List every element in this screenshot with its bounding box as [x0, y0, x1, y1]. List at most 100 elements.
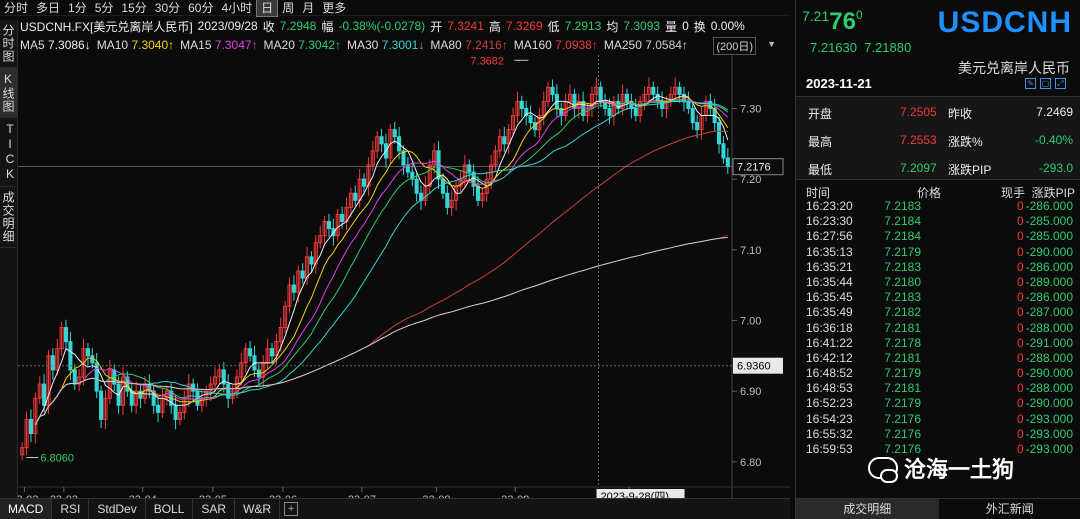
- tick-row: 16:35:13 7.2179 0 -290.000: [796, 245, 1080, 260]
- timeframe-7[interactable]: 4小时: [217, 0, 256, 16]
- avg-label: 均: [606, 19, 619, 34]
- candle-body: [467, 164, 472, 173]
- indicator-tab-sar[interactable]: SAR: [193, 499, 236, 519]
- turnover-label: 换: [693, 19, 706, 34]
- tab-fx-news[interactable]: 外汇新闻: [939, 499, 1080, 519]
- side-tab-2[interactable]: TICK: [0, 118, 17, 187]
- indicator-tab-wr[interactable]: W&R: [235, 499, 281, 519]
- ma-period-select[interactable]: (200日): [713, 37, 756, 55]
- ma-item-ma250: MA250 7.0584↑: [604, 38, 688, 52]
- timeframe-6[interactable]: 60分: [184, 0, 217, 16]
- avg-value: 7.3093: [623, 19, 661, 33]
- candle-body: [191, 383, 196, 392]
- pip-value: -293.0: [1038, 161, 1073, 175]
- tick-row: 16:35:49 7.2182 0 -287.000: [796, 305, 1080, 320]
- side-tab-0[interactable]: 分时图: [0, 20, 17, 68]
- y-tick-label: 7.10: [740, 245, 761, 257]
- low-label: 最低: [808, 163, 833, 177]
- timeframe-2[interactable]: 1分: [64, 0, 91, 16]
- timeframe-10[interactable]: 月: [298, 0, 318, 16]
- indicator-tab-macd[interactable]: MACD: [0, 499, 53, 519]
- tick-row: 16:27:56 7.2184 0 -285.000: [796, 229, 1080, 244]
- tick-row: 16:41:22 7.2178 0 -291.000: [796, 336, 1080, 351]
- price-pips: 76: [829, 8, 856, 35]
- candle-body: [686, 100, 691, 109]
- tick-time: 16:59:53: [806, 442, 853, 456]
- candle-body: [502, 136, 507, 145]
- edit-icon[interactable]: ✎: [1025, 78, 1036, 89]
- tick-pip: -293.000: [1025, 426, 1073, 441]
- indicator-tab-boll[interactable]: BOLL: [146, 499, 194, 519]
- candle-body: [72, 369, 77, 385]
- low-label: 低: [547, 19, 560, 34]
- tick-price: 7.2176: [884, 411, 921, 426]
- timeframe-11[interactable]: 更多: [318, 0, 350, 16]
- tick-vol: 0: [1017, 199, 1024, 213]
- ma-value: 7.3042↑: [298, 38, 341, 52]
- tick-time: 16:35:49: [806, 305, 853, 320]
- candle-body: [173, 404, 178, 420]
- tick-row: 16:48:52 7.2179 0 -290.000: [796, 366, 1080, 381]
- tick-vol: 0: [1017, 411, 1024, 426]
- y-tick-label: 7.20: [740, 174, 761, 186]
- timeframe-3[interactable]: 5分: [91, 0, 118, 16]
- tick-vol: 0: [1017, 244, 1024, 259]
- side-tab-1[interactable]: K线图: [0, 68, 17, 118]
- ma-label: MA10: [96, 38, 129, 52]
- y-tick-label: 7.00: [740, 315, 761, 327]
- tick-row: 16:35:44 7.2180 0 -289.000: [796, 275, 1080, 290]
- high-label: 最高: [808, 135, 833, 149]
- vol-label: 量: [665, 19, 678, 34]
- expand-icon[interactable]: ⤢: [1055, 78, 1066, 89]
- candle-body: [528, 115, 533, 124]
- last-price: 7.21760: [802, 8, 863, 36]
- tick-price: 7.2181: [884, 381, 921, 396]
- tick-time: 16:27:56: [806, 229, 853, 244]
- candle-body: [291, 284, 296, 293]
- add-indicator-icon[interactable]: +: [284, 502, 299, 516]
- timeframe-0[interactable]: 分时: [0, 0, 32, 16]
- side-tab-3[interactable]: 成交明细: [0, 187, 17, 248]
- ma-item-ma30: MA30 7.3001↓: [347, 38, 424, 52]
- tick-vol: 0: [1017, 274, 1024, 289]
- high-value: 7.2553: [900, 133, 937, 147]
- quote-panel: 7.21760 USDCNH 7.21630 7.21880 美元兑离岸人民币 …: [795, 0, 1080, 519]
- watermark: 沧海一土狗: [868, 452, 1014, 484]
- tick-price: 7.2183: [884, 259, 921, 274]
- ma-item-ma160: MA160 7.0938↑: [514, 38, 598, 52]
- chevron-down-icon[interactable]: ▼: [767, 39, 776, 49]
- tab-trade-detail[interactable]: 成交明细: [796, 499, 939, 519]
- timeframe-5[interactable]: 30分: [151, 0, 184, 16]
- ma-value: 7.3047↑: [214, 38, 258, 52]
- indicator-tab-rsi[interactable]: RSI: [52, 499, 90, 519]
- timeframe-1[interactable]: 多日: [32, 0, 64, 16]
- timeframe-8[interactable]: 日: [256, 0, 279, 17]
- tick-pip: -285.000: [1025, 214, 1073, 229]
- ma-value: 7.0584↑: [645, 38, 688, 52]
- tick-vol: 0: [1017, 229, 1024, 244]
- tick-time: 16:52:23: [806, 396, 853, 411]
- tick-vol: 0: [1017, 366, 1024, 381]
- ma-label: MA250: [603, 38, 642, 52]
- tick-vol: 0: [1017, 214, 1024, 229]
- timeframe-4[interactable]: 15分: [117, 0, 150, 16]
- ma-label: MA15: [180, 38, 212, 52]
- window-icon[interactable]: ▢: [1040, 78, 1051, 89]
- quote-summary: 开盘 7.2505 昨收 7.2469 最高 7.2553 涨跌% -0.40%…: [796, 96, 1080, 180]
- trading-app: 分时多日1分5分15分30分60分4小时日周月更多 F9复权超级叠加画线工具 分…: [0, 0, 1080, 519]
- candle-body: [607, 107, 612, 117]
- prev-close-value: 7.2469: [1036, 105, 1073, 119]
- candle-body: [651, 86, 656, 95]
- tick-row: 16:52:23 7.2179 0 -290.000: [796, 396, 1080, 411]
- tick-time: 16:42:12: [806, 350, 853, 365]
- candle-body: [677, 86, 682, 95]
- watermark-text: 沧海一土狗: [904, 457, 1015, 482]
- timeframe-9[interactable]: 周: [278, 0, 298, 16]
- low-value: 7.2097: [900, 161, 937, 175]
- indicator-tab-stddev[interactable]: StdDev: [89, 499, 146, 519]
- tick-pip: -288.000: [1025, 350, 1073, 365]
- tick-table-header: 时间 价格 现手 涨跌PIP: [796, 184, 1080, 200]
- candlestick-chart[interactable]: 7.307.207.107.006.906.8023-0223-0323-042…: [18, 55, 790, 498]
- tick-pip: -293.000: [1025, 411, 1073, 426]
- candle-body: [300, 270, 305, 279]
